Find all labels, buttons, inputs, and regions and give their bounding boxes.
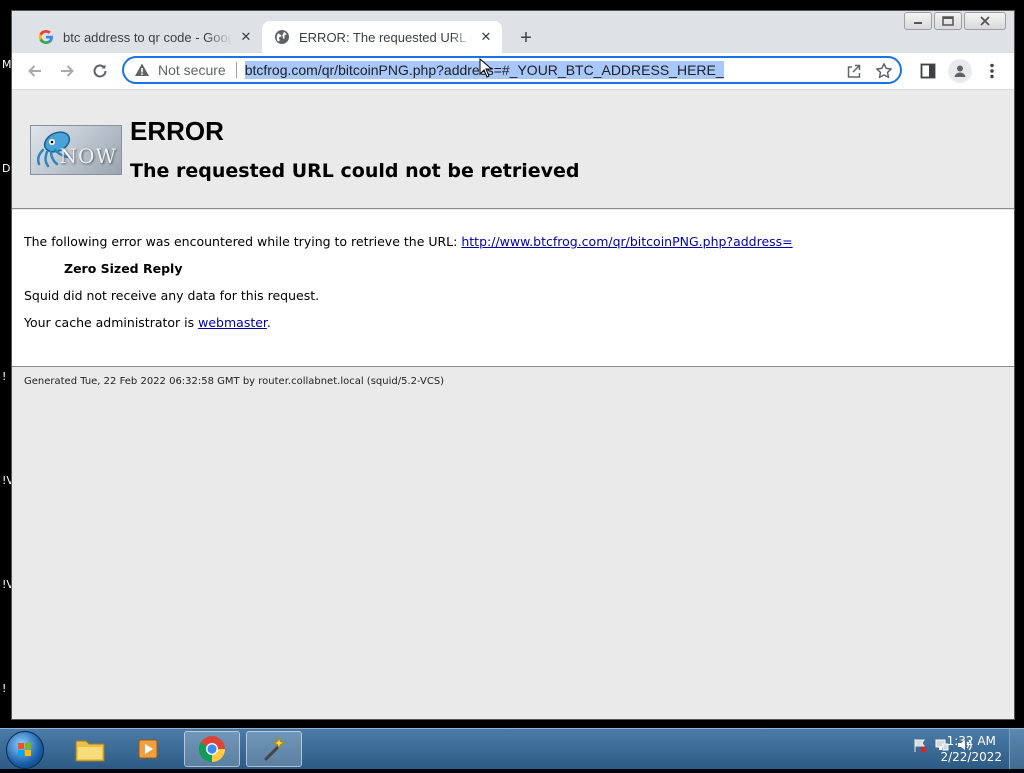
browser-window: btc address to qr code - Google Search ✕… bbox=[11, 10, 1015, 720]
desktop-icon-label: ! bbox=[2, 370, 7, 383]
globe-icon bbox=[274, 29, 290, 45]
desktop-icon-label: ! bbox=[2, 682, 7, 695]
taskbar-wizard-button[interactable] bbox=[246, 731, 302, 767]
new-tab-button[interactable]: + bbox=[514, 26, 538, 50]
maximize-button[interactable] bbox=[934, 12, 962, 30]
intro-line: The following error was encountered whil… bbox=[24, 234, 793, 249]
squid-logo: NOW bbox=[30, 125, 122, 175]
close-tab-icon[interactable]: ✕ bbox=[238, 29, 254, 45]
error-detail: Squid did not receive any data for this … bbox=[24, 288, 320, 303]
google-g-icon bbox=[38, 29, 54, 45]
clock-date: 2/22/2022 bbox=[940, 750, 1002, 764]
close-tab-icon[interactable]: ✕ bbox=[478, 29, 494, 45]
divider bbox=[12, 366, 1014, 367]
reload-button[interactable] bbox=[86, 57, 114, 85]
page-viewport: NOW ERROR The requested URL could not be… bbox=[12, 90, 1014, 719]
minimize-button[interactable] bbox=[904, 12, 932, 30]
error-details: The following error was encountered whil… bbox=[12, 210, 1014, 366]
taskbar-media-player-button[interactable] bbox=[122, 731, 178, 767]
media-player-icon bbox=[138, 739, 158, 759]
tab-google-search[interactable]: btc address to qr code - Google Search ✕ bbox=[26, 21, 262, 53]
error-name: Zero Sized Reply bbox=[64, 261, 183, 276]
chrome-icon bbox=[198, 736, 226, 763]
back-button[interactable] bbox=[21, 57, 49, 85]
security-label: Not secure bbox=[158, 62, 226, 78]
arrow-right-icon bbox=[61, 65, 74, 77]
side-panel-icon[interactable] bbox=[916, 59, 940, 83]
magic-wand-icon bbox=[264, 736, 286, 761]
show-desktop-button[interactable] bbox=[1009, 729, 1024, 769]
admin-suffix: . bbox=[266, 315, 271, 330]
bookmark-star-icon[interactable] bbox=[874, 61, 894, 81]
webmaster-link[interactable]: webmaster bbox=[198, 315, 267, 330]
taskbar-explorer-button[interactable] bbox=[62, 731, 118, 767]
reload-icon bbox=[93, 64, 107, 78]
requested-url-link[interactable]: http://www.btcfrog.com/qr/bitcoinPNG.php… bbox=[461, 234, 792, 249]
logo-text: NOW bbox=[59, 144, 117, 168]
taskbar: 1:32 AM 2/22/2022 bbox=[0, 728, 1024, 769]
action-center-flag-icon[interactable] bbox=[912, 737, 928, 753]
divider bbox=[12, 208, 1014, 209]
windows-logo-icon bbox=[18, 743, 31, 756]
clock-time: 1:32 AM bbox=[946, 734, 996, 748]
mouse-cursor-icon bbox=[479, 58, 493, 78]
error-subheading: The requested URL could not be retrieved bbox=[130, 160, 580, 182]
address-bar[interactable]: Not secure btcfrog.com/qr/bitcoinPNG.php… bbox=[122, 56, 902, 84]
browser-toolbar: Not secure btcfrog.com/qr/bitcoinPNG.php… bbox=[12, 53, 1014, 90]
omnibox-divider bbox=[235, 62, 237, 78]
start-button[interactable] bbox=[6, 731, 44, 769]
share-icon[interactable] bbox=[844, 61, 864, 81]
tab-title: btc address to qr code - Google Search bbox=[63, 29, 232, 45]
kebab-menu-icon[interactable] bbox=[980, 59, 1004, 83]
tab-title: ERROR: The requested URL could not be re… bbox=[299, 29, 472, 45]
security-indicator[interactable]: Not secure bbox=[134, 62, 245, 78]
arrow-left-icon bbox=[28, 65, 41, 77]
profile-avatar-icon[interactable] bbox=[948, 59, 972, 83]
admin-text: Your cache administrator is bbox=[24, 315, 195, 330]
intro-text: The following error was encountered whil… bbox=[24, 234, 458, 249]
desktop-icon-label: D bbox=[2, 162, 11, 175]
taskbar-clock[interactable]: 1:32 AM 2/22/2022 bbox=[940, 733, 1002, 765]
generated-footer: Generated Tue, 22 Feb 2022 06:32:58 GMT … bbox=[24, 376, 445, 387]
taskbar-chrome-button[interactable] bbox=[184, 731, 240, 767]
admin-line: Your cache administrator is webmaster. bbox=[24, 315, 271, 330]
close-window-button[interactable] bbox=[964, 12, 1006, 30]
error-heading: ERROR bbox=[130, 116, 224, 146]
tab-strip: btc address to qr code - Google Search ✕… bbox=[12, 11, 1014, 53]
window-controls bbox=[904, 12, 1006, 30]
warning-icon bbox=[135, 63, 149, 76]
tab-error-page[interactable]: ERROR: The requested URL could not be re… bbox=[262, 21, 502, 53]
folder-icon bbox=[75, 740, 105, 762]
forward-button[interactable] bbox=[53, 57, 81, 85]
